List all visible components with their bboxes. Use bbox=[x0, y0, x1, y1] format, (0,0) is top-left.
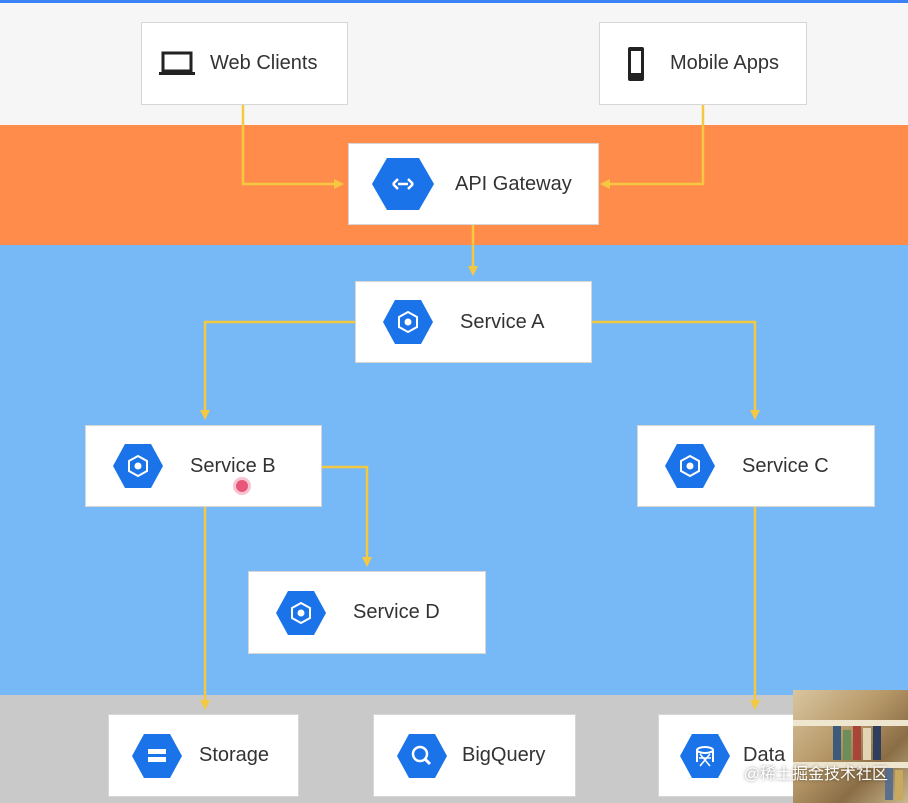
edge-web-to-gateway bbox=[241, 104, 344, 189]
connectors bbox=[200, 104, 760, 710]
service-b-node[interactable]: Service B bbox=[85, 425, 322, 507]
watermark: @稀土掘金技术社区 bbox=[743, 766, 888, 783]
bigquery-icon bbox=[396, 733, 448, 779]
compute-engine-icon bbox=[112, 443, 164, 489]
datastore-icon bbox=[679, 733, 731, 779]
edge-mobile-to-gateway bbox=[600, 104, 705, 189]
laptop-icon bbox=[158, 49, 196, 79]
edge-b-to-d bbox=[322, 465, 372, 567]
mobile-apps-node[interactable]: Mobile Apps bbox=[599, 22, 807, 105]
api-gateway-label: API Gateway bbox=[455, 172, 572, 195]
pointer-indicator bbox=[236, 480, 248, 492]
compute-engine-icon bbox=[382, 299, 434, 345]
webcam-overlay bbox=[793, 690, 908, 803]
service-a-node[interactable]: Service A bbox=[355, 281, 592, 363]
web-clients-label: Web Clients bbox=[210, 52, 318, 74]
service-d-label: Service D bbox=[353, 601, 440, 623]
mobile-apps-label: Mobile Apps bbox=[670, 52, 779, 74]
service-c-node[interactable]: Service C bbox=[637, 425, 875, 507]
smartphone-icon bbox=[626, 46, 646, 82]
service-c-label: Service C bbox=[742, 454, 829, 477]
compute-engine-icon bbox=[275, 590, 327, 636]
cloud-storage-icon bbox=[131, 733, 183, 779]
edge-a-to-c bbox=[592, 320, 760, 420]
api-endpoints-icon bbox=[371, 156, 435, 212]
compute-engine-icon bbox=[664, 443, 716, 489]
web-clients-node[interactable]: Web Clients bbox=[141, 22, 348, 105]
storage-label: Storage bbox=[199, 744, 270, 766]
edge-a-to-b bbox=[200, 320, 355, 420]
storage-node[interactable]: Storage bbox=[108, 714, 299, 797]
service-b-label: Service B bbox=[190, 454, 276, 477]
bigquery-node[interactable]: BigQuery bbox=[373, 714, 576, 797]
bigquery-label: BigQuery bbox=[462, 744, 546, 766]
service-d-node[interactable]: Service D bbox=[248, 571, 486, 654]
service-a-label: Service A bbox=[460, 310, 545, 333]
api-gateway-node[interactable]: API Gateway bbox=[348, 143, 599, 225]
